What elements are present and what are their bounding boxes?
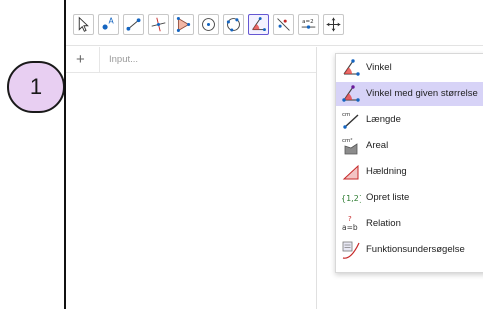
step-badge: 1 <box>7 61 65 113</box>
point-label: A <box>109 17 115 26</box>
list-icon-text: {1,2} <box>341 194 361 203</box>
reflect-about-line-tool-button[interactable] <box>273 14 294 35</box>
screen: 1 A a=2 + Input... Vinkel Vinkel med giv… <box>0 0 483 309</box>
slider-icon: a=2 <box>301 19 316 29</box>
menu-item-label: Funktionsundersøgelse <box>366 244 465 255</box>
move-graphics-view-tool-button[interactable] <box>323 14 344 35</box>
area-icon: cm² <box>341 136 361 156</box>
slider-tool-label: a=2 <box>302 19 314 25</box>
toolbar: A a=2 <box>66 0 483 46</box>
reflect-about-line-icon <box>277 18 290 31</box>
add-item-button[interactable]: + <box>76 51 85 68</box>
cursor-arrow-icon <box>78 16 89 32</box>
angle-tool-button[interactable] <box>248 14 269 35</box>
angle-icon <box>341 58 361 78</box>
menu-item-area[interactable]: cm² Areal <box>336 134 483 158</box>
area-icon-text: cm² <box>342 137 353 144</box>
angle-icon <box>252 17 266 32</box>
list-icon: {1,2} <box>341 188 361 208</box>
menu-item-distance[interactable]: cm Længde <box>336 108 483 132</box>
circle-center-point-tool-button[interactable] <box>198 14 219 35</box>
function-inspector-icon <box>341 240 361 260</box>
distance-icon: cm <box>341 110 361 130</box>
move-tool-button[interactable] <box>73 14 94 35</box>
slider-tool-button[interactable]: a=2 <box>298 14 319 35</box>
menu-item-label: Opret liste <box>366 192 410 203</box>
relation-icon: ? a=b <box>341 214 361 234</box>
relation-icon-text: a=b <box>342 223 358 232</box>
geogebra-window: A a=2 + Input... Vinkel Vinkel med given… <box>64 0 483 309</box>
perpendicular-line-tool-button[interactable] <box>148 14 169 35</box>
slope-icon <box>341 162 361 182</box>
algebra-input[interactable]: Input... <box>109 54 138 65</box>
menu-item-label: Relation <box>366 218 401 229</box>
distance-icon-text: cm <box>342 112 350 118</box>
segment-tool-button[interactable] <box>123 14 144 35</box>
menu-item-angle[interactable]: Vinkel <box>336 56 483 80</box>
point-icon: A <box>102 17 115 30</box>
point-tool-button[interactable]: A <box>98 14 119 35</box>
move-arrows-icon <box>326 17 341 32</box>
view-divider[interactable] <box>316 47 317 309</box>
segment-icon <box>126 18 141 31</box>
circle-center-point-icon <box>202 18 215 31</box>
menu-item-angle-given-size[interactable]: Vinkel med given størrelse <box>336 82 483 106</box>
step-number: 1 <box>29 74 43 99</box>
algebra-input-row: + Input... <box>66 47 316 73</box>
polygon-icon <box>176 17 191 32</box>
menu-item-label: Vinkel <box>366 62 392 73</box>
menu-item-function-inspector[interactable]: Funktionsundersøgelse <box>336 238 483 262</box>
circle-three-points-icon <box>226 18 240 32</box>
perpendicular-line-icon <box>151 17 166 32</box>
algebra-separator <box>99 47 100 73</box>
angle-fixed-icon <box>341 84 361 104</box>
menu-item-label: Vinkel med given størrelse <box>366 88 478 99</box>
relation-icon-mark: ? <box>348 215 352 223</box>
menu-item-label: Areal <box>366 140 389 151</box>
menu-item-label: Længde <box>366 114 401 125</box>
menu-item-label: Hældning <box>366 166 407 177</box>
menu-item-slope[interactable]: Hældning <box>336 160 483 184</box>
menu-item-create-list[interactable]: {1,2} Opret liste <box>336 186 483 210</box>
polygon-tool-button[interactable] <box>173 14 194 35</box>
circle-three-points-tool-button[interactable] <box>223 14 244 35</box>
menu-item-relation[interactable]: ? a=b Relation <box>336 212 483 236</box>
angle-tools-dropdown: Vinkel Vinkel med given størrelse cm Læn… <box>335 53 483 273</box>
